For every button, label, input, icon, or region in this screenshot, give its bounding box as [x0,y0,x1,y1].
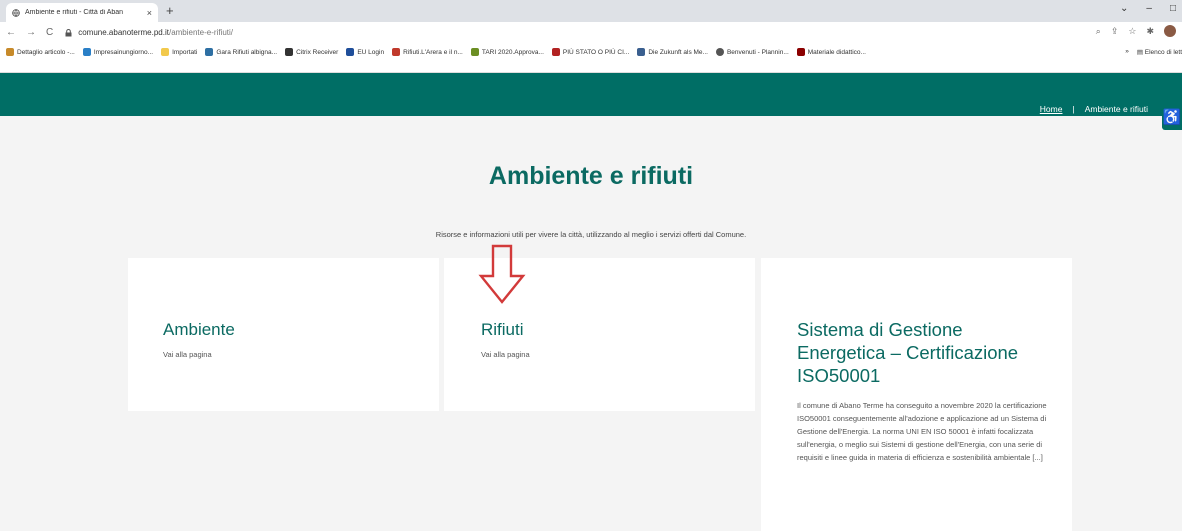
down-arrow-annotation-icon [478,244,526,304]
extensions-icon[interactable]: ✱ [1146,26,1154,37]
bookmark-favicon-icon [470,48,479,56]
bookmark-item[interactable]: Gara Rifiuti albigna... [205,48,277,56]
share-icon[interactable]: ⇪ [1111,26,1119,37]
bookmark-favicon-icon [82,48,91,56]
bookmark-item[interactable]: Dettaglio articolo -... [6,48,75,56]
bookmark-item[interactable]: Impresainungiorno... [82,48,153,56]
site-header: Home | Ambiente e rifiuti [0,73,1182,116]
globe-icon [715,48,724,56]
bookmark-favicon-icon [637,48,646,56]
breadcrumb-separator: | [1072,104,1075,114]
folder-icon [161,48,170,56]
new-tab-button[interactable]: + [166,3,174,19]
toolbar-right: ⌕ ⇪ ☆ ✱ [1096,25,1176,37]
card-iso50001[interactable]: Sistema di Gestione Energetica – Certifi… [761,258,1072,531]
card-link[interactable]: Vai alla pagina [481,350,755,359]
reading-list-icon: ▤ [1136,49,1145,56]
bookmarks-overflow: » ▤ Elenco di lett [1119,48,1182,56]
back-icon[interactable]: ← [6,27,16,38]
globe-icon [12,8,20,17]
page-title: Ambiente e rifiuti [488,162,694,190]
url-path: /ambiente-e-rifiuti/ [168,28,233,37]
nav-buttons: ← → C [6,27,53,38]
card-description: Il comune di Abano Terme ha conseguito a… [797,401,1047,462]
minimize-icon[interactable]: – [1146,3,1152,14]
tab-title: Ambiente e rifiuti - Città di Aban [25,9,124,16]
card-title: Sistema di Gestione Energetica – Certifi… [797,319,1019,386]
bookmark-favicon-icon [205,48,214,56]
page-subtitle: Risorse e informazioni utili per vivere … [435,230,747,239]
bookmark-item[interactable]: Benvenuti - Plannin... [715,48,789,56]
bookmark-item[interactable]: Citrix Receiver [285,48,338,56]
bookmark-item[interactable]: Materiale didattico... [796,48,866,56]
bookmark-item[interactable]: Importati [161,48,197,56]
forward-icon[interactable]: → [26,27,36,38]
bookmark-item[interactable]: Die Zukunft als Me... [637,48,708,56]
bookmark-favicon-icon [796,48,805,56]
url-field[interactable]: comune.abanoterme.pd.it/ambiente-e-rifiu… [65,28,233,37]
bookmark-item[interactable]: TARI 2020.Approva... [470,48,544,56]
bookmark-favicon-icon [285,48,294,56]
card-link[interactable]: Vai alla pagina [163,350,439,359]
address-bar-row: ← → C comune.abanoterme.pd.it/ambiente-e… [0,22,1182,43]
browser-tab-active[interactable]: Ambiente e rifiuti - Città di Aban × [6,3,158,22]
reload-icon[interactable]: C [46,27,53,38]
card-title: Ambiente [163,320,235,339]
browser-tab-strip: Ambiente e rifiuti - Città di Aban × + ⌄… [0,0,1182,22]
url-host: comune.abanoterme.pd.it [78,28,169,37]
breadcrumb-current: Ambiente e rifiuti [1084,104,1148,114]
bookmark-item[interactable]: EU Login [346,48,384,56]
window-controls: ⌄ – □ [1120,3,1176,14]
avatar[interactable] [1164,25,1176,37]
bookmark-favicon-icon [346,48,355,56]
maximize-icon[interactable]: □ [1170,3,1176,14]
bookmarks-bar: Dettaglio articolo -... Impresainungiorn… [0,43,1182,73]
breadcrumb-home-link[interactable]: Home [1040,104,1063,114]
bookmark-item[interactable]: PIÙ STATO O PIÙ CI... [551,48,629,56]
accessibility-icon: ♿ [1162,109,1182,126]
breadcrumb: Home | Ambiente e rifiuti [1040,104,1148,114]
card-ambiente[interactable]: Ambiente Vai alla pagina [128,258,439,411]
lock-icon [65,28,72,36]
star-icon[interactable]: ☆ [1128,26,1136,37]
bookmarks-more-button[interactable]: » [1125,48,1129,56]
bookmark-favicon-icon [551,48,560,56]
tab-close-icon[interactable]: × [147,8,152,18]
zoom-icon[interactable]: ⌕ [1096,26,1101,37]
bookmark-favicon-icon [392,48,401,56]
card-title: Rifiuti [481,320,524,339]
reading-list-button[interactable]: ▤ Elenco di lett [1137,48,1182,56]
accessibility-button[interactable]: ♿ [1162,106,1182,130]
tab-search-icon[interactable]: ⌄ [1120,3,1128,14]
bookmark-item[interactable]: Rifiuti.L'Arera e il n... [392,48,463,56]
bookmark-favicon-icon [6,48,14,56]
